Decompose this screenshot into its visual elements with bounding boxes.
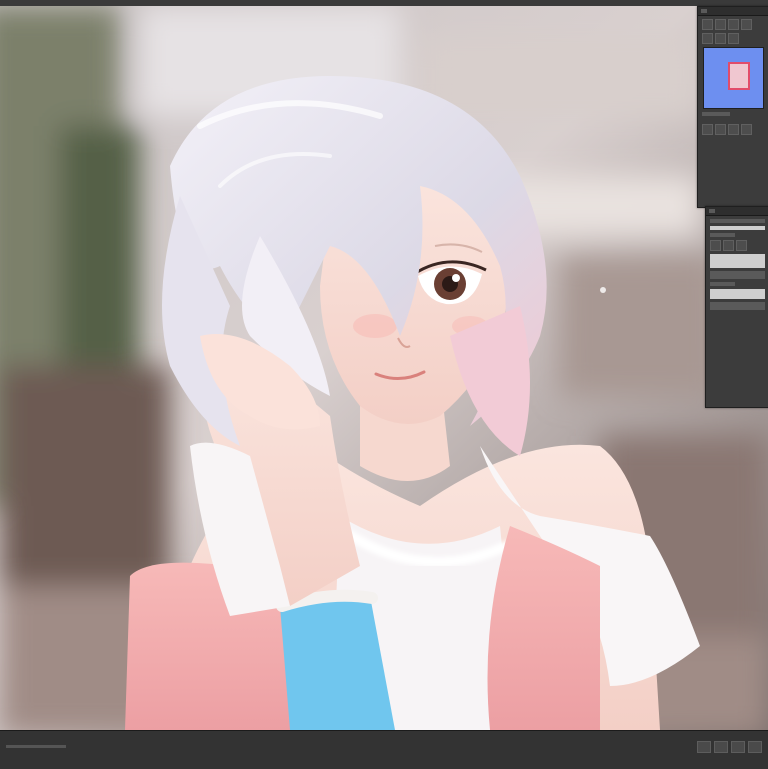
navigator-view-frame[interactable]	[728, 62, 750, 90]
navigator-panel	[697, 6, 768, 208]
layer-item[interactable]	[710, 271, 765, 279]
layer-item[interactable]	[710, 282, 736, 286]
navigator-preview[interactable]	[703, 47, 764, 109]
layer-item[interactable]	[710, 302, 765, 310]
reset-icon[interactable]	[728, 124, 739, 135]
navigator-toolbar-mid	[702, 33, 765, 44]
fit-screen-icon[interactable]	[697, 741, 711, 753]
zoom-out-icon[interactable]	[715, 124, 726, 135]
layer-option[interactable]	[710, 233, 736, 237]
menu-icon[interactable]	[748, 741, 762, 753]
grid-icon[interactable]	[715, 33, 726, 44]
status-bar	[0, 730, 768, 769]
fit-icon[interactable]	[741, 19, 752, 30]
zoom-icon[interactable]	[702, 19, 713, 30]
fullscreen-icon[interactable]	[731, 741, 745, 753]
layer-tools	[710, 240, 765, 251]
navigator-zoom-slider[interactable]	[702, 112, 731, 116]
zoom-in-icon[interactable]	[702, 124, 713, 135]
layers-icon	[709, 209, 715, 213]
status-icon-group	[697, 741, 762, 753]
navigator-toolbar-top	[702, 19, 765, 30]
navigator-icon	[701, 9, 707, 13]
artwork-illustration	[0, 6, 768, 730]
layers-panel-header[interactable]	[706, 207, 768, 216]
layers-panel	[705, 206, 768, 408]
status-info-bar	[6, 745, 66, 748]
lock-icon[interactable]	[723, 240, 734, 251]
ruler-icon[interactable]	[728, 33, 739, 44]
eye-icon[interactable]	[710, 240, 721, 251]
navigator-toolbar-bottom	[702, 124, 765, 135]
layer-item[interactable]	[710, 289, 765, 299]
hand-icon[interactable]	[715, 19, 726, 30]
actual-size-icon[interactable]	[714, 741, 728, 753]
layer-item-active[interactable]	[710, 254, 765, 268]
brush-icon[interactable]	[736, 240, 747, 251]
flip-icon[interactable]	[702, 33, 713, 44]
rotate-icon[interactable]	[728, 19, 739, 30]
settings-icon[interactable]	[741, 124, 752, 135]
opacity-slider[interactable]	[710, 226, 765, 230]
navigator-panel-header[interactable]	[698, 7, 768, 16]
artwork-canvas[interactable]	[0, 6, 768, 730]
blend-mode-select[interactable]	[710, 219, 765, 223]
